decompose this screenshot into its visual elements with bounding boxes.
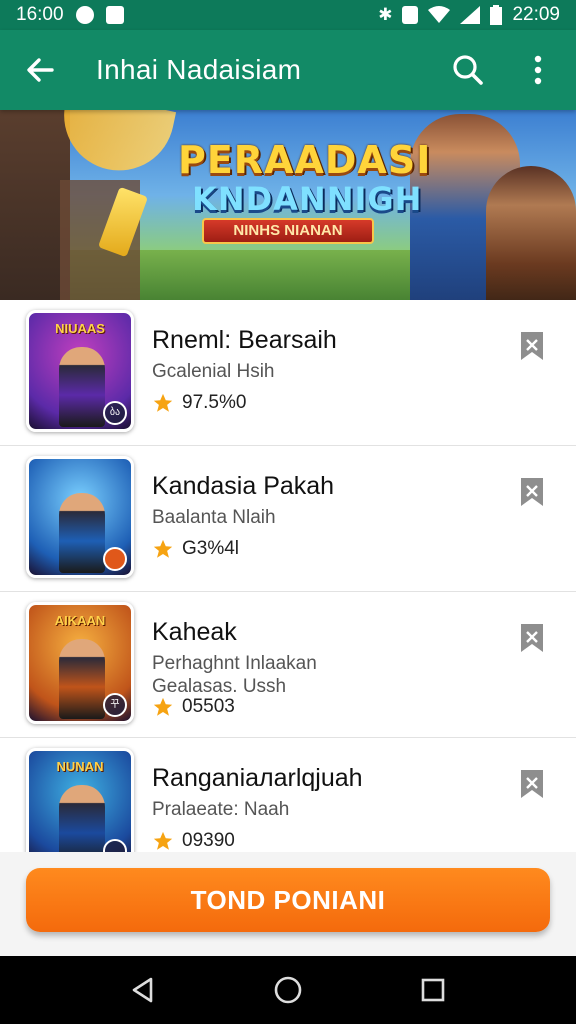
primary-action-button[interactable]: TOND PONIANI	[26, 868, 550, 932]
whatsapp-icon	[75, 6, 94, 24]
cta-container: TOND PONIANI	[0, 852, 576, 956]
game-list: NIUAAS ბა Rneml: Bearsaih Gcalenial Hsih…	[0, 300, 576, 852]
banner-ribbon: NINHS NIANAN	[202, 218, 374, 244]
list-item[interactable]: Kandasia Pakah Baalanta Nlaih G3%4l	[0, 446, 576, 592]
gallery-icon	[105, 6, 124, 24]
game-rating: 05503	[152, 696, 235, 718]
nav-home-button[interactable]	[268, 970, 308, 1010]
game-subtitle: Perhaghnt Inlaakan Gealasas. Ussh	[152, 653, 317, 697]
game-thumbnail-character	[59, 785, 105, 852]
signal-icon	[460, 6, 481, 24]
battery-icon	[490, 5, 503, 25]
wifi-icon	[428, 6, 451, 23]
bookmark-icon[interactable]	[518, 768, 546, 800]
game-subtitle: Pralaeate: Naah	[152, 799, 290, 820]
game-badge	[103, 547, 127, 571]
game-rating: G3%4l	[152, 538, 239, 560]
game-rating: 97.5%0	[152, 392, 246, 414]
game-thumbnail[interactable]	[26, 456, 134, 578]
bookmark-icon[interactable]	[518, 622, 546, 654]
star-icon	[153, 697, 173, 716]
search-button[interactable]	[448, 50, 488, 90]
game-thumbnail-title: NIUAAS	[55, 321, 105, 336]
nav-back-button[interactable]	[123, 970, 163, 1010]
system-nav-bar	[0, 956, 576, 1024]
game-subtitle: Baalanta Nlaih	[152, 507, 276, 528]
game-thumbnail-character	[59, 639, 105, 719]
game-thumbnail-character	[59, 347, 105, 427]
game-rating-value: 05503	[182, 696, 235, 717]
game-badge	[103, 839, 127, 852]
page-title: Inhai Nadaisiam	[96, 54, 302, 85]
game-badge: 꾸	[103, 693, 127, 717]
nav-recents-button[interactable]	[413, 970, 453, 1010]
list-item[interactable]: AIKAAN 꾸 Kaheak Perhaghnt Inlaakan Geala…	[0, 592, 576, 738]
star-icon	[153, 539, 173, 558]
game-subtitle: Gcalenial Hsih	[152, 361, 275, 382]
banner-crystal	[97, 186, 149, 258]
list-item[interactable]: NUNAN Ranganiaлarlqjuah Pralaeate: Naah …	[0, 738, 576, 852]
game-name[interactable]: Rneml: Bearsaih	[152, 326, 337, 355]
circle-home-icon	[274, 976, 302, 1004]
game-name[interactable]: Ranganiaлarlqjuah	[152, 764, 363, 793]
game-badge: ბა	[103, 401, 127, 425]
more-vert-icon	[534, 55, 542, 85]
game-rating: 09390	[152, 830, 235, 852]
list-item[interactable]: NIUAAS ბა Rneml: Bearsaih Gcalenial Hsih…	[0, 300, 576, 446]
banner-title-top: PERAADASI	[178, 138, 432, 182]
back-button[interactable]	[18, 48, 62, 92]
square-recents-icon	[422, 978, 445, 1002]
banner-title-bottom: KNDANNIGH	[192, 180, 423, 218]
screen: 16:00 ✱ 22:09 Inhai Nadaisiam PERAADASI …	[0, 0, 576, 1024]
more-options-button[interactable]	[518, 50, 558, 90]
game-name[interactable]: Kandasia Pakah	[152, 472, 334, 501]
game-rating-value: 09390	[182, 830, 235, 851]
search-icon	[453, 55, 483, 85]
game-thumbnail-title: NUNAN	[56, 759, 104, 774]
game-rating-value: 97.5%0	[182, 392, 247, 413]
status-bar: 16:00 ✱ 22:09	[0, 0, 576, 30]
game-name[interactable]: Kaheak	[152, 618, 237, 647]
status-clock-right: 22:09	[512, 4, 560, 25]
app-bar: Inhai Nadaisiam	[0, 30, 576, 110]
bluetooth-icon: ✱	[378, 5, 393, 24]
bookmark-icon[interactable]	[518, 330, 546, 362]
star-icon	[153, 393, 173, 412]
triangle-back-icon	[132, 977, 152, 1003]
game-thumbnail-character	[59, 493, 105, 573]
bookmark-icon[interactable]	[518, 476, 546, 508]
status-time: 16:00	[16, 4, 64, 25]
game-thumbnail-title: AIKAAN	[54, 613, 106, 628]
star-icon	[153, 831, 173, 850]
game-thumbnail[interactable]: NIUAAS ბა	[26, 310, 134, 432]
featured-banner[interactable]: PERAADASI KNDANNIGH NINHS NIANAN	[0, 110, 576, 300]
arrow-left-icon	[27, 58, 54, 82]
nfc-icon	[402, 6, 419, 24]
game-thumbnail[interactable]: NUNAN	[26, 748, 134, 852]
game-rating-value: G3%4l	[182, 538, 240, 559]
game-thumbnail[interactable]: AIKAAN 꾸	[26, 602, 134, 724]
